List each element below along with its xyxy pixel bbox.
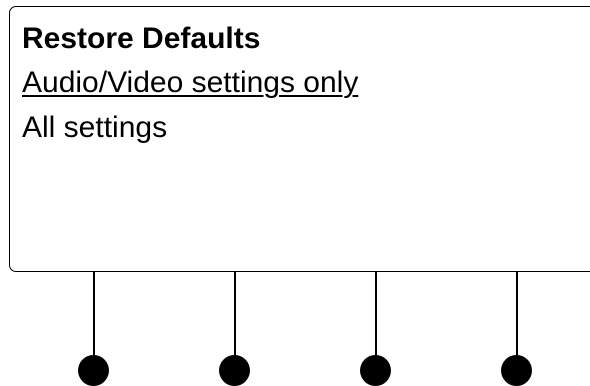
softkey-2-line: [234, 272, 236, 360]
softkey-3-button[interactable]: [360, 355, 391, 386]
softkey-4-button[interactable]: [501, 355, 532, 386]
softkey-2-button[interactable]: [219, 355, 250, 386]
page-title: Restore Defaults: [22, 22, 261, 55]
menu-item-audio-video-settings[interactable]: Audio/Video settings only: [22, 65, 358, 101]
softkey-3-line: [375, 272, 377, 360]
softkey-4-line: [516, 272, 518, 360]
softkey-1-button[interactable]: [78, 355, 109, 386]
softkey-1-line: [93, 272, 95, 360]
lcd-screen: Restore Defaults Audio/Video settings on…: [9, 6, 590, 272]
menu-item-all-settings[interactable]: All settings: [22, 110, 167, 146]
